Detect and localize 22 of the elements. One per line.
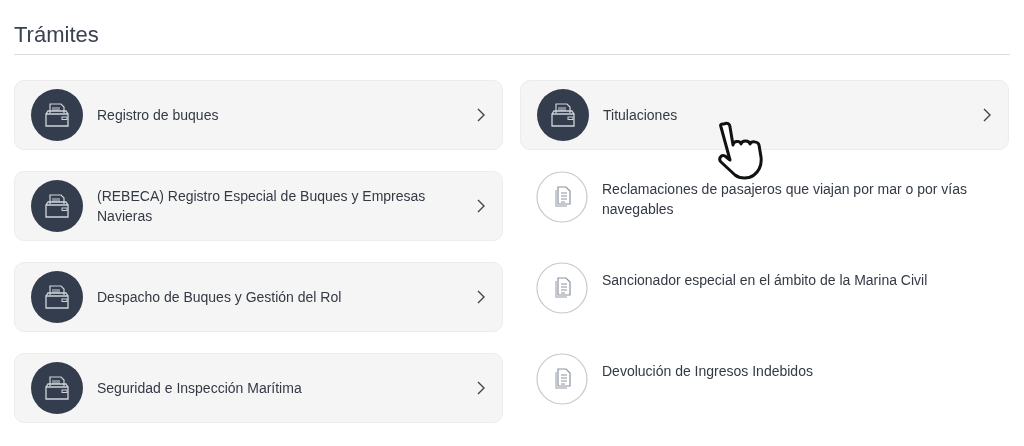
procedure-link[interactable]: Reclamaciones de pasajeros que viajan por mar o por vías navegables: [520, 171, 1009, 241]
document-icon: [536, 353, 588, 405]
category-card[interactable]: Despacho de Buques y Gestión del Rol: [14, 262, 503, 332]
folder-icon: [31, 362, 83, 414]
section-title: Trámites: [14, 22, 1010, 55]
folder-icon: [31, 89, 83, 141]
document-icon: [536, 262, 588, 314]
folder-icon: [31, 271, 83, 323]
folder-icon: [537, 89, 589, 141]
procedure-link[interactable]: Devolución de Ingresos Indebidos: [520, 353, 1009, 423]
document-icon: [536, 171, 588, 223]
category-card[interactable]: Titulaciones: [520, 80, 1009, 150]
category-card[interactable]: Registro de buques: [14, 80, 503, 150]
category-card[interactable]: (REBECA) Registro Especial de Buques y Empresas Navieras: [14, 171, 503, 241]
chevron-right-icon: [476, 198, 486, 214]
chevron-right-icon: [476, 380, 486, 396]
chevron-right-icon: [476, 289, 486, 305]
chevron-right-icon: [476, 107, 486, 123]
procedure-link[interactable]: Sancionador especial en el ámbito de la Marina Civil: [520, 262, 1009, 332]
folder-icon: [31, 180, 83, 232]
category-card[interactable]: Seguridad e Inspección Marítima: [14, 353, 503, 423]
chevron-right-icon: [982, 107, 992, 123]
